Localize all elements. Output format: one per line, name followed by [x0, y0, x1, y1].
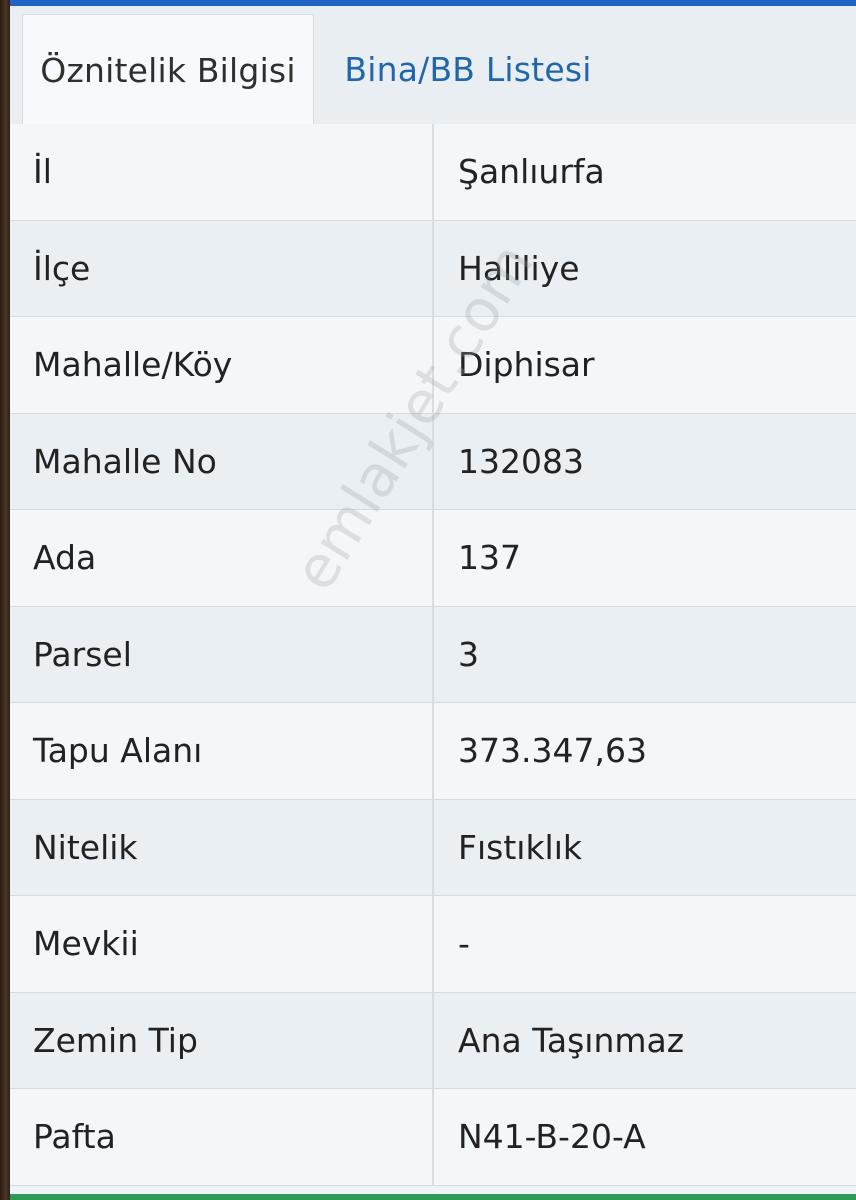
attribute-key: Nitelik	[10, 799, 434, 895]
tab-label: Bina/BB Listesi	[344, 49, 592, 89]
attribute-value: N41-B-20-A	[458, 1117, 646, 1157]
attribute-value: Fıstıklık	[458, 827, 583, 867]
attribute-value: 373.347,63	[458, 731, 647, 771]
attribute-key: Tapu Alanı	[10, 703, 434, 799]
background-edge	[0, 0, 10, 1200]
attribute-value: 3	[458, 634, 479, 674]
attribute-value: 137	[458, 538, 521, 578]
tab-label: Öznitelik Bilgisi	[40, 50, 296, 90]
attribute-key: Ada	[10, 510, 434, 606]
attribute-value: -	[458, 924, 470, 964]
table-row: Tapu Alanı 373.347,63	[10, 703, 856, 800]
bottom-accent-bar	[10, 1194, 856, 1200]
attribute-value: Şanlıurfa	[458, 152, 605, 192]
attribute-key: Zemin Tip	[10, 992, 434, 1088]
attribute-key: Mahalle No	[10, 413, 434, 509]
table-row: Pafta N41-B-20-A	[10, 1089, 856, 1186]
info-panel: Öznitelik Bilgisi Bina/BB Listesi İl Şan…	[10, 6, 856, 1194]
table-row: Mahalle No 132083	[10, 413, 856, 510]
attribute-value: Ana Taşınmaz	[458, 1020, 685, 1060]
attribute-key: Mevkii	[10, 896, 434, 992]
attribute-value: 132083	[458, 441, 584, 481]
tab-oznitelik-bilgisi[interactable]: Öznitelik Bilgisi	[22, 14, 314, 125]
attribute-key: Pafta	[10, 1089, 434, 1185]
attribute-key: Parsel	[10, 606, 434, 702]
tab-bar: Öznitelik Bilgisi Bina/BB Listesi	[10, 6, 856, 125]
table-row: İlçe Haliliye	[10, 220, 856, 317]
table-row: Mahalle/Köy Diphisar	[10, 317, 856, 414]
table-row: Parsel 3	[10, 606, 856, 703]
attribute-key: İl	[10, 124, 434, 220]
table-row: Ada 137	[10, 510, 856, 607]
table-row: Mevkii -	[10, 896, 856, 993]
table-row: Zemin Tip Ana Taşınmaz	[10, 992, 856, 1089]
attribute-key: Mahalle/Köy	[10, 317, 434, 413]
attribute-value: Diphisar	[458, 345, 595, 385]
attribute-value: Haliliye	[458, 248, 580, 288]
table-row: İl Şanlıurfa	[10, 124, 856, 221]
table-row: Nitelik Fıstıklık	[10, 799, 856, 896]
attribute-table: İl Şanlıurfa İlçe Haliliye Mahalle/Köy D…	[10, 124, 856, 1186]
tab-bina-bb-listesi[interactable]: Bina/BB Listesi	[328, 14, 608, 124]
attribute-key: İlçe	[10, 220, 434, 316]
